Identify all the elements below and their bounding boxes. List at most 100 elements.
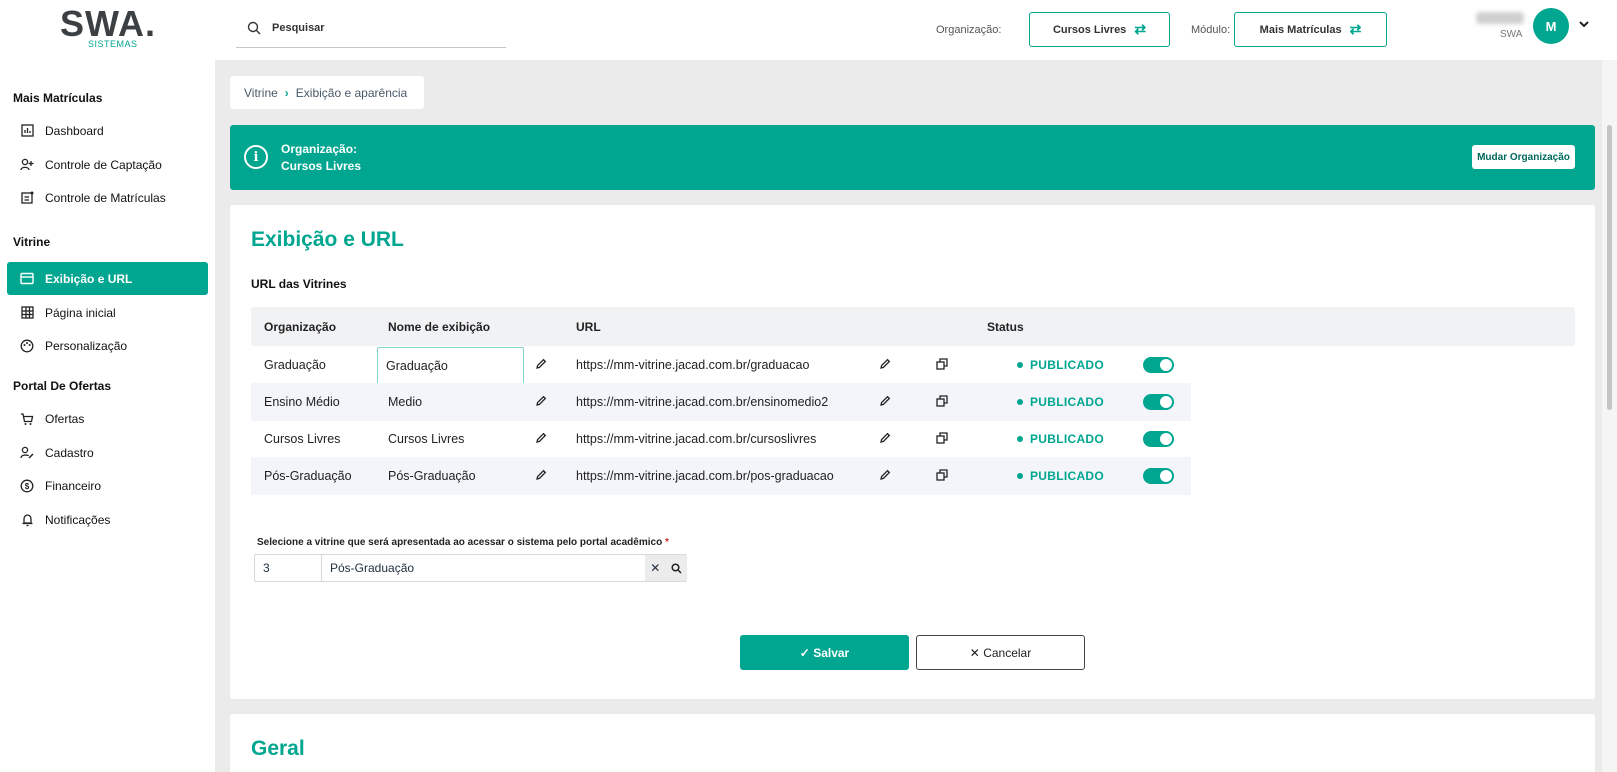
chart-icon [19,123,35,139]
status-text: PUBLICADO [1030,358,1105,372]
sidebar-item-cadastro[interactable]: Cadastro [7,436,208,469]
user-organization: SWA [1500,29,1523,40]
copy-icon[interactable] [935,431,949,445]
status-badge: PUBLICADO [1017,469,1104,483]
sidebar-item-label: Personalização [45,338,128,353]
vitrine-select-value: Pós-Graduação [330,561,415,575]
top-bar: SWA. SISTEMAS Organização: Cursos Livres… [0,0,1617,60]
sidebar-item-dashboard[interactable]: Dashboard [7,114,208,147]
cancel-button-label: Cancelar [983,645,1032,660]
column-header-organization: Organização [264,320,337,334]
breadcrumb-root[interactable]: Vitrine [244,86,278,100]
sidebar-item-label: Página inicial [45,305,116,320]
organization-banner: i Organização: Cursos Livres Mudar Organ… [230,125,1595,190]
scrollbar-thumb[interactable] [1607,125,1612,410]
sidebar-item-label: Ofertas [45,411,85,426]
info-icon: i [244,145,268,169]
svg-text:$: $ [25,482,30,491]
sidebar-item-label: Cadastro [45,445,94,460]
breadcrumb: Vitrine › Exibição e aparência [230,76,424,109]
breadcrumb-current: Exibição e aparência [295,85,408,100]
status-badge: PUBLICADO [1017,358,1104,372]
display-name-input[interactable]: Graduação [377,347,524,385]
vitrine-select-code[interactable]: 3 [255,555,322,581]
row-url: https://mm-vitrine.jacad.com.br/pos-grad… [576,469,834,483]
publish-toggle[interactable] [1143,468,1174,484]
sidebar-item-controle-matriculas[interactable]: Controle de Matrículas [7,181,208,214]
publish-toggle[interactable] [1143,357,1174,373]
general-title: Geral [251,737,305,760]
publish-toggle[interactable] [1143,394,1174,410]
vitrine-select-label: Selecione a vitrine que será apresentada… [257,537,669,548]
sidebar-item-notificacoes[interactable]: Notificações [7,503,208,536]
sidebar-item-ofertas[interactable]: Ofertas [7,402,208,435]
pencil-icon[interactable] [878,394,892,408]
general-card: Geral [230,714,1595,772]
pencil-icon[interactable] [878,468,892,482]
status-text: PUBLICADO [1030,395,1105,409]
module-label: Módulo: [1191,24,1231,36]
sidebar-item-controle-captacao[interactable]: Controle de Captação [7,148,208,181]
row-url: https://mm-vitrine.jacad.com.br/ensinome… [576,395,829,409]
table-row: Graduação Graduação https://mm-vitrine.j… [251,346,1191,385]
sidebar-item-pagina-inicial[interactable]: Página inicial [7,296,208,329]
publish-toggle[interactable] [1143,431,1174,447]
status-text: PUBLICADO [1030,432,1105,446]
row-display-name: Medio [388,395,423,409]
person-edit-icon [19,445,35,461]
sidebar-item-personalizacao[interactable]: Personalização [7,329,208,362]
swap-icon: ⇄ [1349,21,1362,37]
copy-icon[interactable] [935,394,949,408]
search-icon[interactable] [671,562,682,574]
vitrine-select[interactable]: 3 Pós-Graduação ✕ [254,554,687,582]
table-header: Organização Nome de exibição URL Status [251,307,1575,346]
chevron-down-icon[interactable] [1578,18,1590,30]
pencil-icon[interactable] [534,431,548,445]
pencil-icon[interactable] [878,357,892,371]
status-badge: PUBLICADO [1017,432,1104,446]
sidebar-item-financeiro[interactable]: $ Financeiro [7,469,208,502]
save-button[interactable]: ✓ Salvar [740,635,909,670]
cancel-button[interactable]: ✕ Cancelar [916,635,1085,670]
sidebar-item-exibicao-url[interactable]: Exibição e URL [7,262,208,295]
table-row: Ensino Médio Medio https://mm-vitrine.ja… [251,383,1191,421]
banner-organization: Cursos Livres [281,159,362,173]
module-switch-button[interactable]: Mais Matrículas ⇄ [1234,12,1387,47]
status-badge: PUBLICADO [1017,395,1104,409]
change-organization-button[interactable]: Mudar Organização [1472,145,1575,169]
pencil-icon[interactable] [534,394,548,408]
vitrine-select-label-text: Selecione a vitrine que será apresentada… [257,537,663,548]
row-organization: Cursos Livres [264,432,341,446]
chevron-right-icon: › [284,85,289,100]
status-text: PUBLICADO [1030,469,1105,483]
sidebar-item-label: Controle de Matrículas [45,190,166,205]
section-subtitle: URL das Vitrines [251,277,347,291]
storefront-icon [19,271,35,287]
clear-icon[interactable]: ✕ [650,561,660,575]
column-header-url: URL [576,320,601,334]
column-header-status: Status [987,320,1024,334]
scrollbar[interactable] [1602,60,1617,772]
close-icon: ✕ [969,645,980,660]
logo-text: SWA. [60,3,157,44]
enrollment-icon [19,190,35,206]
check-icon: ✓ [799,645,810,660]
row-organization: Pós-Graduação [264,469,352,483]
swap-icon: ⇄ [1134,21,1147,37]
row-display-name: Pós-Graduação [388,469,476,483]
pencil-icon[interactable] [878,431,892,445]
copy-icon[interactable] [935,468,949,482]
pencil-icon[interactable] [534,357,548,371]
pencil-icon[interactable] [534,468,548,482]
logo-subtitle: SISTEMAS [88,39,138,49]
avatar[interactable]: M [1533,8,1569,44]
grid-icon [19,305,35,321]
sidebar-section-portal-ofertas: Portal De Ofertas [13,379,112,393]
sidebar-item-label: Controle de Captação [45,157,162,172]
sidebar-item-label: Notificações [45,512,111,527]
search-input[interactable] [272,18,492,38]
module-value: Mais Matrículas [1259,23,1342,36]
organization-switch-button[interactable]: Cursos Livres ⇄ [1029,12,1170,47]
logo[interactable]: SWA. SISTEMAS [60,3,157,50]
copy-icon[interactable] [935,357,949,371]
